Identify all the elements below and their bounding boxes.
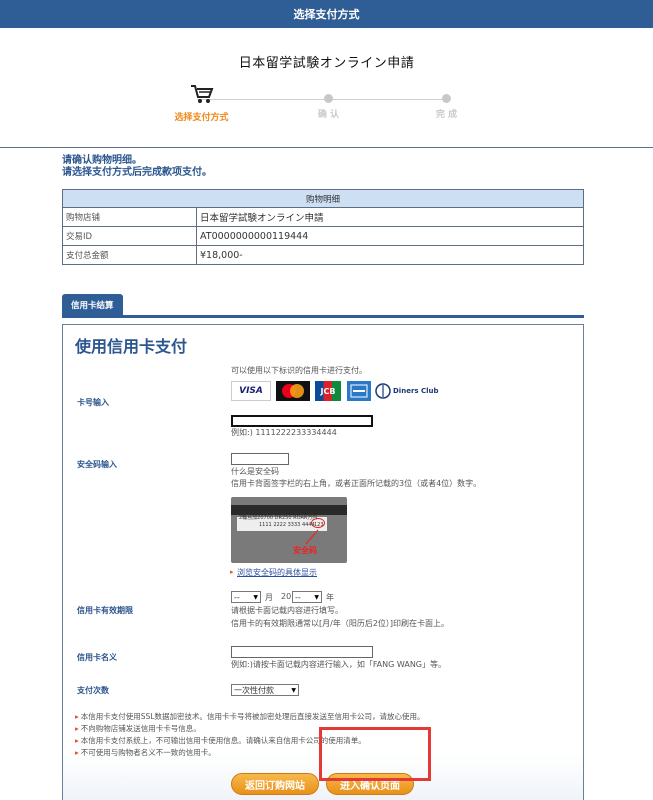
row-value: ¥18,000-	[196, 245, 584, 265]
card-number-input[interactable]	[231, 415, 373, 427]
security-code-highlight	[311, 518, 325, 528]
installments-value: 一次性付款	[234, 685, 274, 695]
chevron-down-icon: ▼	[291, 686, 296, 694]
chevron-down-icon: ▼	[314, 593, 319, 601]
row-key: 购物店铺	[62, 207, 197, 227]
card-holder-example: 例如:)请按卡面记载内容进行输入，如「FANG WANG」等。	[231, 660, 447, 669]
payment-tabs: 信用卡结算	[62, 293, 584, 318]
security-note: ▸ 不可使用与购物者名义不一致的信用卡。	[75, 747, 216, 758]
visa-logo: VISA	[231, 381, 271, 401]
security-note: ▸ 本信用卡支付使用SSL数据加密技术。信用卡卡号将被加密处理后直接发送至信用卡公…	[75, 711, 424, 722]
row-key: 交易ID	[62, 226, 197, 246]
chevron-down-icon: ▼	[253, 593, 258, 601]
expiry-month-select[interactable]: -- ▼	[231, 591, 261, 603]
security-code-what: 什么是安全码	[231, 467, 279, 476]
security-note: ▸ 不向购物店铺发送信用卡卡号信息。	[75, 723, 201, 734]
card-holder-label: 信用卡名义	[77, 653, 117, 662]
panel-title: 使用信用卡支付	[75, 337, 188, 356]
link-arrow-icon: ▸	[230, 568, 234, 576]
security-code-input[interactable]	[231, 453, 289, 465]
installments-label: 支付次数	[77, 686, 109, 695]
table-row: 支付总金额 ¥18,000-	[62, 245, 584, 265]
divider	[0, 147, 653, 148]
highlight-box	[319, 727, 431, 781]
card-number-example: 例如:) 1111222233334444	[231, 428, 337, 437]
expiry-month-unit: 月	[265, 593, 273, 602]
card-intro: 可以使用以下标识的信用卡进行支付。	[231, 366, 367, 375]
jcb-logo: JCB	[315, 381, 341, 401]
note-text: 本信用卡支付使用SSL数据加密技术。信用卡卡号将被加密处理后直接发送至信用卡公司…	[80, 712, 425, 721]
mastercard-logo	[276, 381, 310, 401]
table-row: 交易ID AT0000000000119444	[62, 226, 584, 246]
card-number-text: 1111 2222 3333 4444	[259, 522, 315, 528]
expiry-note: 信用卡的有效期限通常以[月/年（阳历后2位）]印刷在卡面上。	[231, 619, 450, 628]
cart-icon	[190, 85, 213, 103]
step-complete: 完 成	[397, 83, 497, 120]
step-label: 选择支付方式	[174, 113, 229, 123]
notice-text: 请确认购物明细。 请选择支付方式后完成款项支付。	[62, 155, 653, 179]
progress-steps: 选择支付方式 确 认 完 成	[167, 83, 487, 133]
page-header: 选择支付方式	[0, 0, 653, 28]
table-header: 购物明细	[62, 189, 584, 208]
security-code-image-label: 安全码	[293, 546, 317, 555]
note-text: 不可使用与购物者名义不一致的信用卡。	[80, 748, 216, 757]
amex-logo	[347, 381, 371, 401]
security-code-desc: 信用卡背面签字栏的右上角，或者正面所记载的3位（或者4位）数字。	[231, 479, 482, 488]
note-text: 不向购物店铺发送信用卡卡号信息。	[80, 724, 201, 733]
diners-logo: Diners Club	[375, 381, 445, 401]
security-code-detail-link[interactable]: 浏览安全码的具体显示	[237, 567, 317, 578]
expiry-year-value: --	[295, 592, 301, 602]
back-to-shop-button[interactable]: 返回订购网站	[231, 773, 319, 795]
notice-line: 请选择支付方式后完成款项支付。	[62, 167, 212, 178]
bullet-icon: ▸	[75, 748, 79, 757]
table-row: 购物店铺 日本留学試験オンライン申請	[62, 207, 584, 227]
step-dot	[324, 94, 333, 103]
step-label: 完 成	[435, 110, 458, 120]
card-holder-input[interactable]	[231, 646, 373, 658]
step-confirm: 确 认	[279, 83, 379, 120]
bullet-icon: ▸	[75, 736, 79, 745]
row-value: 日本留学試験オンライン申請	[196, 207, 584, 227]
expiry-note: 请根据卡面记载内容进行填写。	[231, 606, 343, 615]
signature-text: 2輪島加20700 DR250 ROAR万円	[239, 515, 318, 521]
bullet-icon: ▸	[75, 712, 79, 721]
site-title: 日本留学試験オンライン申請	[238, 56, 415, 71]
expiry-month-value: --	[234, 592, 240, 602]
expiry-year-unit: 年	[326, 593, 334, 602]
expiry-label: 信用卡有效期限	[77, 606, 133, 615]
header-title: 选择支付方式	[293, 8, 360, 21]
card-back-image: 2輪島加20700 DR250 ROAR万円 1111 2222 3333 44…	[231, 497, 347, 563]
step-label: 确 认	[317, 110, 340, 120]
notice-line: 请确认购物明细。	[62, 155, 142, 166]
row-value: AT0000000000119444	[196, 226, 584, 246]
tab-credit-card[interactable]: 信用卡结算	[62, 294, 123, 315]
step-select-payment: 选择支付方式	[152, 83, 252, 123]
row-key: 支付总金额	[62, 245, 197, 265]
tab-underline	[62, 315, 584, 318]
arrow-icon	[305, 529, 319, 545]
diners-icon	[375, 383, 391, 399]
bullet-icon: ▸	[75, 724, 79, 733]
security-code-label: 安全码输入	[77, 460, 117, 469]
expiry-year-select[interactable]: -- ▼	[292, 591, 322, 603]
installments-select[interactable]: 一次性付款 ▼	[231, 684, 299, 696]
step-dot	[442, 94, 451, 103]
purchase-detail-table: 购物明细 购物店铺 日本留学試験オンライン申請 交易ID AT000000000…	[62, 189, 584, 265]
card-number-label: 卡号输入	[77, 398, 109, 407]
expiry-year-prefix: 20	[281, 592, 292, 601]
diners-text: Diners Club	[393, 387, 439, 395]
